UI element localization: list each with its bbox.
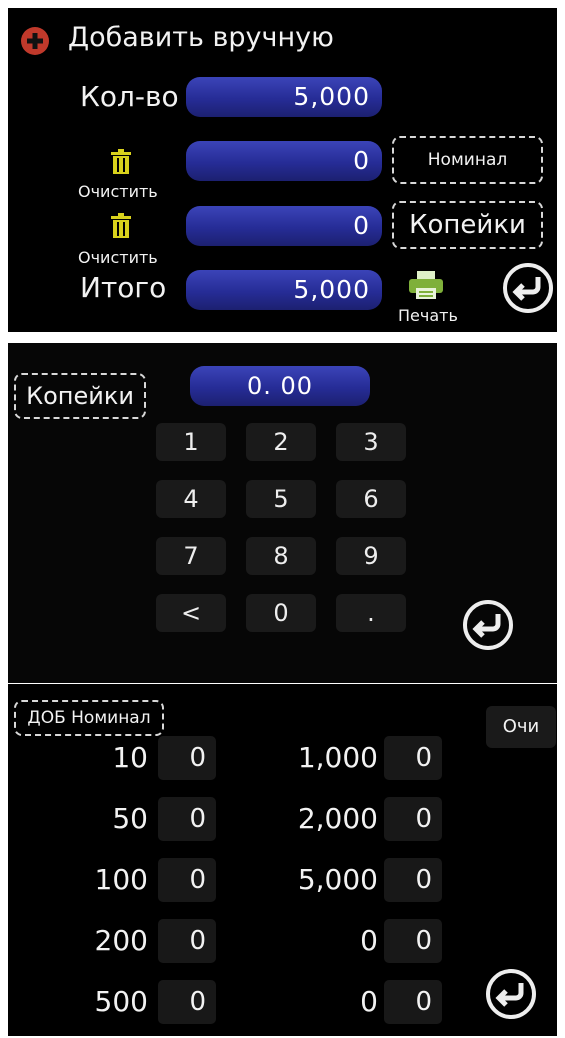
key-2[interactable]: 2 xyxy=(246,423,316,461)
printer-icon[interactable] xyxy=(408,270,444,300)
print-label: Печать xyxy=(398,306,458,325)
denom-label: 10 xyxy=(112,741,148,774)
keypad-display: 0. 00 xyxy=(190,366,370,406)
key-backspace[interactable]: < xyxy=(156,594,226,632)
kopeks-button[interactable]: Копейки xyxy=(392,201,543,249)
denom-label: 50 xyxy=(112,802,148,835)
clear-label: Очистить xyxy=(78,248,158,267)
key-6[interactable]: 6 xyxy=(336,480,406,518)
denom-label: 500 xyxy=(94,985,148,1018)
return-icon[interactable] xyxy=(462,599,514,651)
denomination-screen: ДОБ Номинал Очи 10 0 50 0 100 0 200 0 50… xyxy=(8,684,557,1036)
key-5[interactable]: 5 xyxy=(246,480,316,518)
row2-field[interactable]: 0 xyxy=(186,206,382,246)
clear-all-button[interactable]: Очи xyxy=(486,706,556,748)
return-icon[interactable] xyxy=(485,968,537,1020)
denom-label: 2,000 xyxy=(297,802,378,835)
denom-count-field[interactable]: 0 xyxy=(384,980,442,1024)
denom-label: 200 xyxy=(94,924,148,957)
key-8[interactable]: 8 xyxy=(246,537,316,575)
key-7[interactable]: 7 xyxy=(156,537,226,575)
qty-label: Кол-во xyxy=(80,80,179,113)
manual-add-screen: Добавить вручную Кол-во 5,000 Очистить 0… xyxy=(8,8,557,332)
denom-label: 100 xyxy=(94,863,148,896)
clear-label: Очистить xyxy=(78,182,158,201)
denomination-button[interactable]: Номинал xyxy=(392,136,543,184)
key-4[interactable]: 4 xyxy=(156,480,226,518)
denom-label: 5,000 xyxy=(297,863,378,896)
denom-count-field[interactable]: 0 xyxy=(158,980,216,1024)
denom-count-field[interactable]: 0 xyxy=(158,858,216,902)
key-0[interactable]: 0 xyxy=(246,594,316,632)
denom-count-field[interactable]: 0 xyxy=(384,858,442,902)
kopeks-title: Копейки xyxy=(14,373,146,419)
denom-label: 0 xyxy=(360,985,378,1018)
return-icon[interactable] xyxy=(502,262,554,314)
denom-count-field[interactable]: 0 xyxy=(384,919,442,963)
denom-count-field[interactable]: 0 xyxy=(158,736,216,780)
denomination-title: ДОБ Номинал xyxy=(14,700,164,736)
denom-count-field[interactable]: 0 xyxy=(158,919,216,963)
total-label: Итого xyxy=(80,271,167,304)
page-title: Добавить вручную xyxy=(68,22,334,53)
qty-field[interactable]: 5,000 xyxy=(186,77,382,117)
key-dot[interactable]: . xyxy=(336,594,406,632)
key-9[interactable]: 9 xyxy=(336,537,406,575)
plus-circle-icon[interactable] xyxy=(20,26,50,56)
keypad-screen: Копейки 0. 00 1 2 3 4 5 6 7 8 9 < 0 . xyxy=(8,343,557,683)
trash-icon[interactable] xyxy=(110,149,132,175)
trash-icon[interactable] xyxy=(110,213,132,239)
row1-field[interactable]: 0 xyxy=(186,141,382,181)
denom-count-field[interactable]: 0 xyxy=(158,797,216,841)
denom-label: 1,000 xyxy=(297,741,378,774)
denom-count-field[interactable]: 0 xyxy=(384,797,442,841)
key-1[interactable]: 1 xyxy=(156,423,226,461)
denom-count-field[interactable]: 0 xyxy=(384,736,442,780)
denom-label: 0 xyxy=(360,924,378,957)
key-3[interactable]: 3 xyxy=(336,423,406,461)
total-field: 5,000 xyxy=(186,270,382,310)
